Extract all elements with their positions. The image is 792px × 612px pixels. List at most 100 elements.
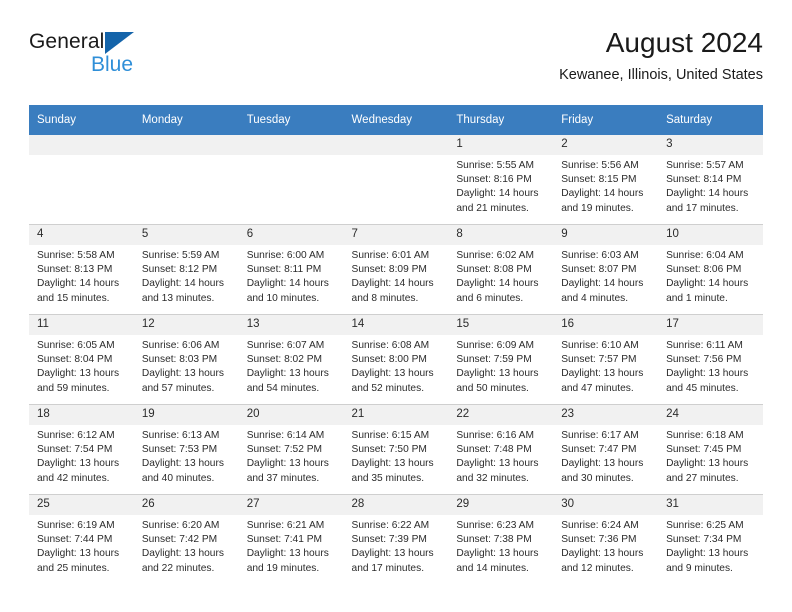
calendar-day-cell[interactable]: 14 Sunrise: 6:08 AM Sunset: 8:00 PM Dayligh… bbox=[343, 314, 449, 405]
day-number: 5 bbox=[133, 225, 239, 245]
calendar-day-cell[interactable]: 20 Sunrise: 6:14 AM Sunset: 7:52 PM Dayligh… bbox=[238, 404, 344, 495]
daylight-duration-line1: Daylight: 13 hours bbox=[37, 548, 120, 560]
daylight-duration-line2: and 12 minutes. bbox=[561, 562, 634, 574]
day-number: 4 bbox=[29, 225, 134, 245]
calendar-day-cell[interactable]: 12 Sunrise: 6:06 AM Sunset: 8:03 PM Dayligh… bbox=[133, 314, 239, 405]
column-header-saturday: Saturday bbox=[658, 105, 763, 135]
sunrise-time: Sunrise: 6:00 AM bbox=[246, 250, 325, 261]
calendar-day-cell[interactable]: 7 Sunrise: 6:01 AM Sunset: 8:09 PM Daylight… bbox=[343, 224, 449, 315]
sunset-time: Sunset: 7:47 PM bbox=[561, 444, 637, 456]
daylight-duration-line2: and 25 minutes. bbox=[37, 562, 110, 574]
daylight-duration-line2: and 35 minutes. bbox=[351, 472, 425, 484]
day-number: 26 bbox=[133, 495, 239, 515]
logo-text-blue: Blue bbox=[91, 53, 134, 76]
calendar-day-cell[interactable]: 27 Sunrise: 6:21 AM Sunset: 7:41 PM Dayligh… bbox=[238, 494, 344, 584]
daylight-duration-line2: and 57 minutes. bbox=[141, 382, 215, 394]
day-details: Sunrise: 5:58 AM Sunset: 8:13 PM Daylight:… bbox=[29, 245, 134, 306]
calendar-day-cell[interactable]: 25 Sunrise: 6:19 AM Sunset: 7:44 PM Dayligh… bbox=[29, 494, 134, 584]
sunset-time: Sunset: 7:45 PM bbox=[666, 444, 742, 456]
sunrise-time: Sunrise: 6:11 AM bbox=[666, 340, 743, 351]
day-details: Sunrise: 6:04 AM Sunset: 8:06 PM Daylight:… bbox=[658, 245, 763, 306]
calendar-day-cell[interactable]: 26 Sunrise: 6:20 AM Sunset: 7:42 PM Dayligh… bbox=[133, 494, 239, 584]
calendar-day-cell[interactable]: 13 Sunrise: 6:07 AM Sunset: 8:02 PM Dayligh… bbox=[238, 314, 344, 405]
day-details: Sunrise: 6:11 AM Sunset: 7:56 PM Daylight:… bbox=[658, 335, 763, 396]
calendar-day-cell[interactable]: 22 Sunrise: 6:16 AM Sunset: 7:48 PM Dayligh… bbox=[448, 404, 554, 495]
sunset-time: Sunset: 7:53 PM bbox=[141, 444, 218, 456]
day-number: 31 bbox=[658, 495, 763, 515]
calendar-day-cell[interactable]: 15 Sunrise: 6:09 AM Sunset: 7:59 PM Dayligh… bbox=[448, 314, 554, 405]
daylight-duration-line2: and 22 minutes. bbox=[141, 562, 215, 574]
calendar-day-cell[interactable]: 4 Sunrise: 5:58 AM Sunset: 8:13 PM Daylight… bbox=[29, 224, 134, 315]
calendar-day-cell[interactable]: 9 Sunrise: 6:03 AM Sunset: 8:07 PM Daylight… bbox=[553, 224, 659, 315]
calendar-day-cell[interactable]: 21 Sunrise: 6:15 AM Sunset: 7:50 PM Dayligh… bbox=[343, 404, 449, 495]
sunrise-time: Sunrise: 6:17 AM bbox=[561, 430, 639, 441]
calendar-day-cell[interactable]: 3 Sunrise: 5:57 AM Sunset: 8:14 PM Daylight… bbox=[658, 135, 763, 225]
daylight-duration-line2: and 21 minutes. bbox=[456, 202, 529, 214]
calendar-day-cell[interactable]: 31 Sunrise: 6:25 AM Sunset: 7:34 PM Dayligh… bbox=[658, 494, 763, 584]
logo-triangle-icon bbox=[105, 32, 134, 54]
calendar-day-cell[interactable]: 6 Sunrise: 6:00 AM Sunset: 8:11 PM Daylight… bbox=[238, 224, 344, 315]
day-number: 15 bbox=[448, 315, 554, 335]
sunrise-time: Sunrise: 6:09 AM bbox=[456, 340, 534, 351]
sunset-time: Sunset: 7:42 PM bbox=[141, 534, 218, 546]
calendar-day-cell[interactable]: 23 Sunrise: 6:17 AM Sunset: 7:47 PM Dayligh… bbox=[553, 404, 659, 495]
daylight-duration-line1: Daylight: 14 hours bbox=[351, 278, 434, 290]
day-number bbox=[29, 135, 134, 155]
sunset-time: Sunset: 7:54 PM bbox=[37, 444, 113, 456]
sunset-time: Sunset: 7:59 PM bbox=[456, 354, 532, 366]
day-number: 11 bbox=[29, 315, 134, 335]
day-details: Sunrise: 5:59 AM Sunset: 8:12 PM Daylight:… bbox=[134, 245, 239, 306]
day-number: 13 bbox=[238, 315, 344, 335]
daylight-duration-line1: Daylight: 13 hours bbox=[351, 458, 434, 470]
daylight-duration-line2: and 40 minutes. bbox=[141, 472, 215, 484]
sunrise-time: Sunrise: 6:07 AM bbox=[246, 340, 325, 351]
calendar-day-cell[interactable]: 30 Sunrise: 6:24 AM Sunset: 7:36 PM Dayligh… bbox=[553, 494, 659, 584]
column-header-monday: Monday bbox=[133, 105, 239, 135]
calendar-day-cell[interactable]: 18 Sunrise: 6:12 AM Sunset: 7:54 PM Dayligh… bbox=[29, 404, 134, 495]
calendar-week-row: 4 Sunrise: 5:58 AM Sunset: 8:13 PM Daylight… bbox=[29, 224, 763, 315]
day-details: Sunrise: 6:18 AM Sunset: 7:45 PM Daylight:… bbox=[658, 425, 763, 486]
daylight-duration-line2: and 4 minutes. bbox=[561, 292, 629, 304]
sunrise-time: Sunrise: 5:55 AM bbox=[456, 160, 534, 171]
calendar-day-cell[interactable]: 17 Sunrise: 6:11 AM Sunset: 7:56 PM Dayligh… bbox=[658, 314, 763, 405]
day-number: 23 bbox=[553, 405, 659, 425]
sunrise-time: Sunrise: 6:19 AM bbox=[37, 520, 115, 531]
calendar-day-cell[interactable]: 24 Sunrise: 6:18 AM Sunset: 7:45 PM Dayligh… bbox=[658, 404, 763, 495]
calendar-day-cell[interactable]: 10 Sunrise: 6:04 AM Sunset: 8:06 PM Dayligh… bbox=[658, 224, 763, 315]
calendar-day-cell[interactable]: 19 Sunrise: 6:13 AM Sunset: 7:53 PM Dayligh… bbox=[133, 404, 239, 495]
day-number: 8 bbox=[448, 225, 554, 245]
daylight-duration-line1: Daylight: 13 hours bbox=[351, 368, 434, 380]
sunrise-time: Sunrise: 5:57 AM bbox=[666, 160, 744, 171]
calendar-day-cell[interactable]: 2 Sunrise: 5:56 AM Sunset: 8:15 PM Daylight… bbox=[553, 135, 659, 225]
day-details: Sunrise: 6:13 AM Sunset: 7:53 PM Daylight:… bbox=[134, 425, 239, 486]
sunrise-time: Sunrise: 5:59 AM bbox=[141, 250, 220, 261]
sunrise-time: Sunrise: 6:01 AM bbox=[351, 250, 430, 261]
column-header-sunday: Sunday bbox=[29, 105, 134, 135]
calendar-day-cell[interactable]: 16 Sunrise: 6:10 AM Sunset: 7:57 PM Dayligh… bbox=[553, 314, 659, 405]
daylight-duration-line1: Daylight: 13 hours bbox=[666, 368, 749, 380]
sunrise-time: Sunrise: 6:18 AM bbox=[666, 430, 744, 441]
calendar-day-cell[interactable]: 11 Sunrise: 6:05 AM Sunset: 8:04 PM Dayligh… bbox=[29, 314, 134, 405]
daylight-duration-line1: Daylight: 13 hours bbox=[141, 458, 224, 470]
calendar-day-cell[interactable]: 8 Sunrise: 6:02 AM Sunset: 8:08 PM Daylight… bbox=[448, 224, 554, 315]
day-details: Sunrise: 6:05 AM Sunset: 8:04 PM Daylight:… bbox=[29, 335, 134, 396]
column-header-friday: Friday bbox=[553, 105, 659, 135]
sunrise-time: Sunrise: 6:12 AM bbox=[37, 430, 115, 441]
calendar-day-cell[interactable]: 1 Sunrise: 5:55 AM Sunset: 8:16 PM Daylight… bbox=[448, 135, 554, 225]
sunset-time: Sunset: 7:44 PM bbox=[37, 534, 113, 546]
daylight-duration-line1: Daylight: 14 hours bbox=[141, 278, 224, 290]
calendar-day-cell[interactable]: 29 Sunrise: 6:23 AM Sunset: 7:38 PM Dayligh… bbox=[448, 494, 554, 584]
daylight-duration-line1: Daylight: 13 hours bbox=[561, 368, 644, 380]
calendar-day-cell[interactable]: 5 Sunrise: 5:59 AM Sunset: 8:12 PM Daylight… bbox=[133, 224, 239, 315]
daylight-duration-line2: and 10 minutes. bbox=[246, 292, 320, 304]
title-block: August 2024 Kewanee, Illinois, United St… bbox=[559, 26, 763, 84]
daylight-duration-line1: Daylight: 14 hours bbox=[561, 278, 644, 290]
daylight-duration-line2: and 30 minutes. bbox=[561, 472, 634, 484]
general-blue-logo[interactable]: General Blue bbox=[29, 30, 199, 86]
sunrise-time: Sunrise: 5:56 AM bbox=[561, 160, 639, 171]
sunset-time: Sunset: 8:12 PM bbox=[141, 264, 218, 276]
calendar-day-cell[interactable]: 28 Sunrise: 6:22 AM Sunset: 7:39 PM Dayligh… bbox=[343, 494, 449, 584]
day-details: Sunrise: 5:55 AM Sunset: 8:16 PM Daylight:… bbox=[448, 155, 553, 216]
daylight-duration-line2: and 32 minutes. bbox=[456, 472, 529, 484]
sunrise-time: Sunrise: 6:22 AM bbox=[351, 520, 430, 531]
